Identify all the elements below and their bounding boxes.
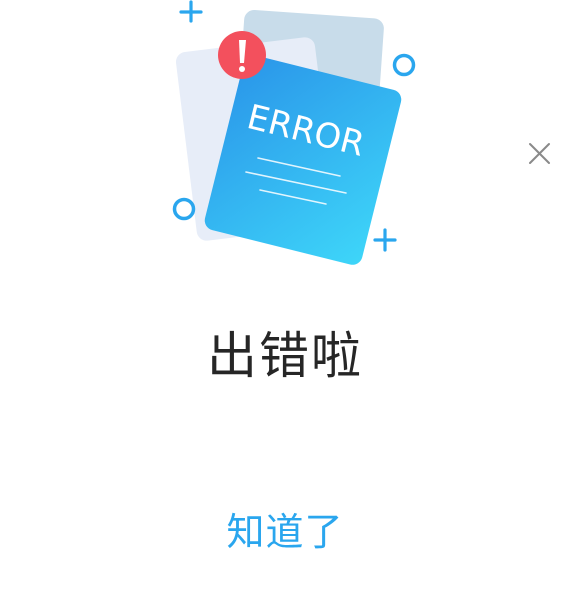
close-button[interactable] (522, 137, 556, 171)
plus-icon (179, 0, 203, 23)
error-illustration: ERROR (172, 0, 416, 265)
error-dialog: ERROR 出错啦 知道了 (0, 0, 570, 600)
exclamation-icon (218, 31, 266, 79)
plus-icon (373, 228, 397, 252)
ring-icon (392, 53, 416, 77)
close-icon (529, 143, 550, 164)
confirm-button[interactable]: 知道了 (185, 498, 385, 566)
dialog-title: 出错啦 (207, 327, 363, 385)
ring-icon (172, 197, 196, 221)
